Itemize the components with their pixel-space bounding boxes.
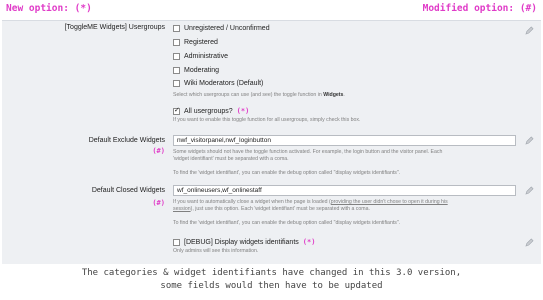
footer-note-line2: some fields would then have to be update…	[160, 281, 383, 291]
usergroup-checkbox-row[interactable]: Unregistered / Unconfirmed	[173, 25, 270, 32]
closed-widgets-hint: If you want to automatically close a wid…	[173, 199, 448, 212]
new-option-mark: (*)	[302, 238, 316, 246]
closed-widgets-label: Default Closed Widgets	[91, 187, 165, 194]
usergroup-label: Registered	[184, 39, 218, 46]
all-usergroups-label: All usergroups?	[184, 107, 233, 115]
usergroup-label: Moderating	[184, 67, 220, 74]
footer-note-line1: The categories & widget identifiants hav…	[81, 268, 462, 278]
new-option-mark: (*)	[236, 107, 250, 115]
usergroup-checkbox[interactable]	[173, 25, 180, 32]
all-usergroups-checkbox-row[interactable]: All usergroups? (*)	[173, 106, 250, 115]
usergroups-label: [ToggleME Widgets] Usergroups	[64, 24, 165, 31]
modified-option-mark: (#)	[152, 147, 165, 155]
debug-checkbox[interactable]	[173, 238, 180, 246]
usergroup-checkbox-row[interactable]: Wiki Moderators (Default)	[173, 80, 263, 87]
usergroup-label: Administrative	[184, 53, 228, 60]
pencil-icon[interactable]	[525, 186, 534, 195]
modified-option-legend: Modified option: (#)	[422, 3, 537, 14]
closed-widgets-input[interactable]: wf_onlineusers,wf_onlinestaff	[173, 185, 516, 196]
modified-option-mark: (#)	[152, 199, 165, 207]
usergroup-checkbox-row[interactable]: Moderating	[173, 67, 219, 74]
all-usergroups-hint: If you want to enable this toggle functi…	[173, 117, 361, 123]
debug-label: [DEBUG] Display widgets identifiants	[184, 238, 299, 246]
closed-widgets-hint-debug: To find the 'widget identifiant', you ca…	[173, 220, 401, 226]
usergroup-checkbox[interactable]	[173, 53, 180, 60]
exclude-widgets-label: Default Exclude Widgets	[88, 137, 165, 144]
all-usergroups-checkbox[interactable]	[173, 106, 180, 115]
usergroup-label: Wiki Moderators (Default)	[184, 80, 264, 87]
usergroups-hint: Select which usergroups can use (and see…	[173, 92, 345, 98]
pencil-icon[interactable]	[525, 238, 534, 247]
pencil-icon[interactable]	[525, 136, 534, 145]
exclude-widgets-hint: Some widgets should not have the toggle …	[173, 149, 443, 162]
debug-checkbox-row[interactable]: [DEBUG] Display widgets identifiants (*)	[173, 238, 315, 246]
usergroup-checkbox[interactable]	[173, 67, 180, 74]
exclude-widgets-hint-debug: To find the 'widget identifiant', you ca…	[173, 170, 401, 176]
exclude-widgets-input[interactable]: nwf_visitorpanel,nwf_loginbutton	[173, 135, 516, 146]
usergroup-checkbox[interactable]	[173, 80, 180, 87]
usergroup-checkbox[interactable]	[173, 39, 180, 46]
debug-hint: Only admins will see this information.	[173, 248, 259, 254]
usergroup-checkbox-row[interactable]: Administrative	[173, 53, 228, 60]
usergroup-label: Unregistered / Unconfirmed	[184, 25, 270, 32]
pencil-icon[interactable]	[525, 26, 534, 35]
usergroup-checkbox-row[interactable]: Registered	[173, 39, 218, 46]
new-option-legend: New option: (*)	[6, 3, 92, 14]
